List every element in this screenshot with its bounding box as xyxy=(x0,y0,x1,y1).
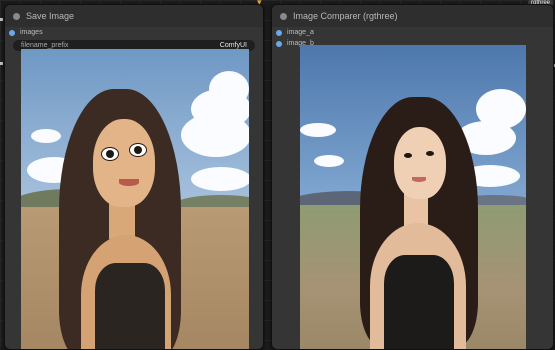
cloud xyxy=(209,71,249,107)
input-dot-icon[interactable] xyxy=(9,29,15,36)
input-slot-image-a[interactable]: image_a xyxy=(272,27,553,38)
mouth xyxy=(119,179,139,186)
face xyxy=(93,119,155,207)
face xyxy=(394,127,446,199)
input-dot-icon[interactable] xyxy=(276,40,282,47)
left-eye xyxy=(101,147,119,161)
node-header[interactable]: Save Image xyxy=(5,5,263,27)
cloud xyxy=(31,129,61,143)
edge-marker xyxy=(0,62,3,65)
widget-value: ComfyUI xyxy=(219,42,247,49)
slot-label: image_a xyxy=(287,29,314,36)
save-image-node[interactable]: Save Image images filename_prefix ComfyU… xyxy=(4,4,264,350)
edge-marker xyxy=(0,18,3,21)
image-comparer-node[interactable]: Image Comparer (rgthree) image_a image_b xyxy=(271,4,554,350)
right-eye xyxy=(426,151,434,156)
left-eye xyxy=(404,153,412,158)
cloud xyxy=(300,123,336,137)
cloud xyxy=(181,113,249,157)
image-preview xyxy=(21,49,249,349)
node-header[interactable]: Image Comparer (rgthree) xyxy=(272,5,553,27)
input-dot-icon[interactable] xyxy=(276,29,282,36)
node-title: Save Image xyxy=(26,11,75,21)
node-title: Image Comparer (rgthree) xyxy=(293,11,398,21)
collapse-dot-icon[interactable] xyxy=(280,12,287,20)
slot-label: images xyxy=(20,29,43,36)
comparison-image[interactable] xyxy=(300,45,526,349)
right-eye xyxy=(129,143,147,157)
mouth xyxy=(412,177,426,182)
widget-label: filename_prefix xyxy=(21,42,69,49)
black-top xyxy=(384,255,454,349)
pupil xyxy=(134,146,142,154)
black-top xyxy=(95,263,165,349)
cloud xyxy=(314,155,344,167)
cloud xyxy=(191,167,249,191)
collapse-dot-icon[interactable] xyxy=(13,12,20,20)
input-slot-images[interactable]: images xyxy=(5,27,263,38)
pupil xyxy=(106,150,114,158)
